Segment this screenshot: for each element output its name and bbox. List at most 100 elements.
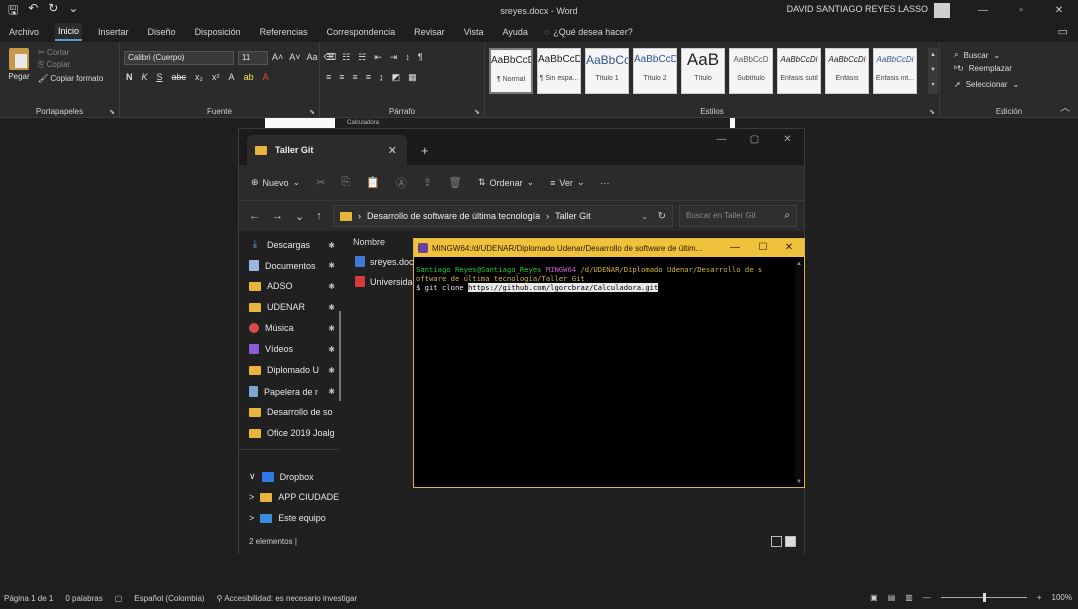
tab-disposicion[interactable]: Disposición [192, 24, 244, 40]
search-input[interactable] [686, 211, 776, 220]
print-layout-icon[interactable]: ▤ [888, 593, 896, 602]
save-icon[interactable]: 🖫 [8, 1, 18, 22]
back-icon[interactable]: ← [249, 210, 260, 222]
nav-item-documentos[interactable]: Documentos ✱ [249, 260, 339, 271]
collapse-ribbon-icon[interactable]: ︿ [1060, 99, 1070, 114]
search-icon[interactable]: ⌕ [784, 206, 790, 226]
style-emphasis[interactable]: AaBbCcDi Énfasis [825, 48, 869, 94]
font-color-icon[interactable]: A [263, 72, 269, 82]
paragraph-launcher-icon[interactable]: ⬊ [474, 108, 480, 116]
comments-icon[interactable]: ▭ [1058, 25, 1068, 38]
paste-button[interactable]: Pegar [6, 48, 32, 81]
clipboard-launcher-icon[interactable]: ⬊ [109, 108, 115, 116]
explorer-tab[interactable]: Taller Git ✕ [247, 135, 407, 165]
shading-icon[interactable]: ◩ [392, 72, 401, 83]
paste-icon[interactable]: 📋 [366, 176, 380, 189]
breadcrumb-item[interactable]: Taller Git [555, 211, 591, 221]
align-left-icon[interactable]: ≡ [326, 72, 331, 83]
replace-button[interactable]: ᵇ↻ Reemplazar [954, 64, 1012, 73]
bullets-icon[interactable]: ☰ [326, 52, 334, 63]
nav-item-udenar[interactable]: UDENAR ✱ [249, 302, 339, 312]
styles-launcher-icon[interactable]: ⬊ [929, 108, 935, 116]
search-box[interactable]: ⌕ [679, 205, 797, 227]
nav-item-descargas[interactable]: ⤓ Descargas ✱ [249, 239, 339, 251]
pilcrow-icon[interactable]: ¶ [418, 52, 423, 63]
details-view-icon[interactable] [771, 536, 782, 547]
new-tab-button[interactable]: + [421, 143, 429, 158]
zoom-in-icon[interactable]: + [1037, 593, 1042, 602]
align-right-icon[interactable]: ≡ [353, 72, 358, 83]
increase-indent-icon[interactable]: ⇥ [390, 52, 398, 63]
style-intense-emphasis[interactable]: AaBbCcDi Énfasis int... [873, 48, 917, 94]
numbering-icon[interactable]: ☷ [342, 52, 350, 63]
text-effects-icon[interactable]: A [229, 72, 235, 82]
zoom-slider[interactable] [940, 593, 1027, 602]
column-header-name[interactable]: Nombre [353, 237, 385, 247]
share-icon[interactable]: ⇪ [423, 176, 432, 189]
subscript-icon[interactable]: x₂ [195, 72, 203, 82]
up-icon[interactable]: ↑ [316, 210, 322, 222]
sort-button[interactable]: ⇅ Ordenar ⌄ [478, 177, 534, 188]
tab-archivo[interactable]: Archivo [6, 24, 42, 40]
scroll-up-icon[interactable]: ▲ [795, 261, 803, 267]
find-button[interactable]: ⌕ Buscar ⌄ [954, 50, 1000, 60]
close-button[interactable]: ✕ [776, 239, 802, 257]
terminal-title-bar[interactable]: MINGW64:/d/UDENAR/Diplomado Udenar/Desar… [414, 239, 804, 257]
chevron-down-icon[interactable]: ∨ [249, 471, 256, 482]
justify-icon[interactable]: ≡ [366, 72, 371, 83]
nav-item-desarrollo[interactable]: Desarrollo de so [249, 407, 339, 417]
user-name[interactable]: DAVID SANTIAGO REYES LASSO [787, 4, 928, 14]
close-button[interactable]: ✕ [771, 129, 804, 151]
italic-icon[interactable]: K [142, 72, 148, 82]
tiles-view-icon[interactable] [785, 536, 796, 547]
nav-item-este-equipo[interactable]: > Este equipo [249, 513, 339, 523]
nav-item-dropbox[interactable]: ∨ Dropbox [249, 471, 339, 482]
multilevel-list-icon[interactable]: ☵ [358, 52, 366, 63]
grow-font-icon[interactable]: A˄ [272, 52, 283, 63]
sort-icon[interactable]: ↕ [405, 52, 410, 63]
accessibility-status[interactable]: ⚲ Accesibilidad: es necesario investigar [217, 594, 358, 603]
change-case-icon[interactable]: Aa [307, 52, 318, 63]
scroll-down-icon[interactable]: ▼ [795, 479, 803, 485]
tab-diseno[interactable]: Diseño [145, 24, 179, 40]
rename-icon[interactable]: Ⓐ [396, 175, 407, 191]
view-button[interactable]: ≡ Ver ⌄ [550, 177, 584, 188]
delete-icon[interactable]: 🗑 [448, 176, 462, 189]
minimize-button[interactable]: — [964, 0, 1002, 22]
nav-item-videos[interactable]: Vídeos ✱ [249, 344, 339, 354]
tab-insertar[interactable]: Insertar [95, 24, 132, 40]
restore-button[interactable]: ▫ [1002, 0, 1040, 22]
minimize-button[interactable]: — [705, 129, 738, 151]
borders-icon[interactable]: ▦ [408, 72, 417, 83]
copy-button[interactable]: ⎘ Copiar [38, 60, 70, 70]
style-heading-2[interactable]: AaBbCcD Título 2 [633, 48, 677, 94]
format-painter-button[interactable]: 🖌 Copiar formato [38, 74, 103, 83]
tell-me-box[interactable]: ◌ ¿Qué desea hacer? [544, 27, 633, 37]
superscript-icon[interactable]: x² [212, 72, 220, 82]
file-item-sreyes[interactable]: sreyes.docx [355, 256, 415, 267]
font-size-select[interactable]: 11 [238, 51, 268, 65]
tab-correspondencia[interactable]: Correspondencia [324, 24, 399, 40]
ribbon-display-icon[interactable]: ▭ [926, 0, 964, 22]
nav-item-musica[interactable]: Música ✱ [249, 323, 339, 333]
font-launcher-icon[interactable]: ⬊ [309, 108, 315, 116]
line-spacing-icon[interactable]: ↨ [379, 72, 384, 83]
nav-item-papelera[interactable]: Papelera de r ✱ [249, 386, 339, 397]
select-button[interactable]: ➚ Seleccionar ⌄ [954, 80, 1019, 89]
address-bar[interactable]: › Desarrollo de software de última tecno… [333, 205, 673, 227]
font-name-select[interactable]: Calibri (Cuerpo) [124, 51, 234, 65]
focus-icon[interactable]: ▣ [870, 593, 878, 602]
forward-icon[interactable]: → [272, 210, 283, 222]
terminal-scrollbar[interactable]: ▲ ▼ [795, 261, 803, 485]
word-count[interactable]: 0 palabras [65, 594, 102, 603]
copy-icon[interactable]: ⎘ [341, 176, 350, 189]
recent-icon[interactable]: ⌄ [295, 210, 304, 223]
refresh-icon[interactable]: ↻ [658, 211, 666, 222]
redo-icon[interactable]: ↻ [48, 1, 58, 22]
terminal-output[interactable]: Santiago Reyes@Santiago_Reyes MINGW64 /d… [416, 265, 792, 485]
strikethrough-icon[interactable]: abc [172, 72, 187, 82]
style-no-spacing[interactable]: AaBbCcDc ¶ Sin espa... [537, 48, 581, 94]
web-layout-icon[interactable]: ▥ [905, 593, 913, 602]
close-button[interactable]: ✕ [1040, 0, 1078, 22]
nav-item-office[interactable]: Ofice 2019 Joalg [249, 428, 339, 438]
